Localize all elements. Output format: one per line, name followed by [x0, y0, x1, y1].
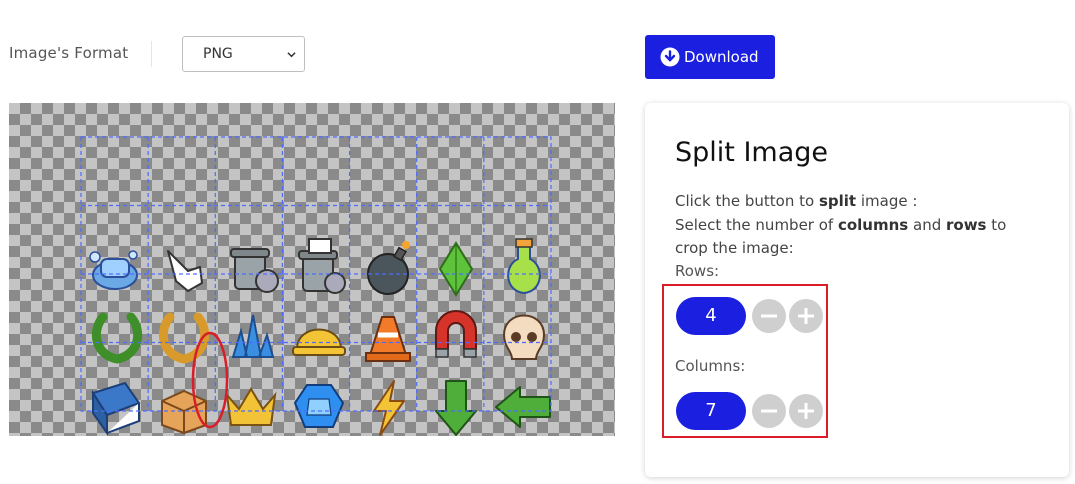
instruction-text: Select the number of: [675, 216, 838, 234]
format-select[interactable]: PNG: [182, 36, 305, 72]
instruction-text: and: [908, 216, 946, 234]
instruction-line-2: Select the number of columns and rows to: [675, 216, 1006, 234]
stepper-highlight-box: [662, 284, 828, 438]
download-circle-icon: [660, 47, 680, 67]
instruction-line-1: Click the button to split image :: [675, 192, 917, 210]
instruction-text: Click the button to: [675, 192, 819, 210]
chevron-down-icon: [287, 52, 296, 58]
instruction-text: to: [986, 216, 1007, 234]
instruction-bold-columns: columns: [837, 216, 909, 234]
instruction-line-3: crop the image:: [675, 239, 794, 257]
download-button[interactable]: Download: [645, 35, 775, 79]
download-label: Download: [684, 48, 759, 66]
divider: [151, 41, 152, 67]
panel-title: Split Image: [675, 137, 829, 168]
instruction-text: image :: [856, 192, 918, 210]
rows-label: Rows:: [675, 262, 720, 280]
image-preview-canvas[interactable]: xp ?: [9, 103, 615, 436]
format-select-value: PNG: [203, 46, 233, 62]
instruction-bold-rows: rows: [946, 216, 987, 234]
format-label: Image's Format: [9, 44, 129, 62]
instruction-bold-split: split: [818, 192, 857, 210]
grid-overlay: [80, 136, 552, 412]
